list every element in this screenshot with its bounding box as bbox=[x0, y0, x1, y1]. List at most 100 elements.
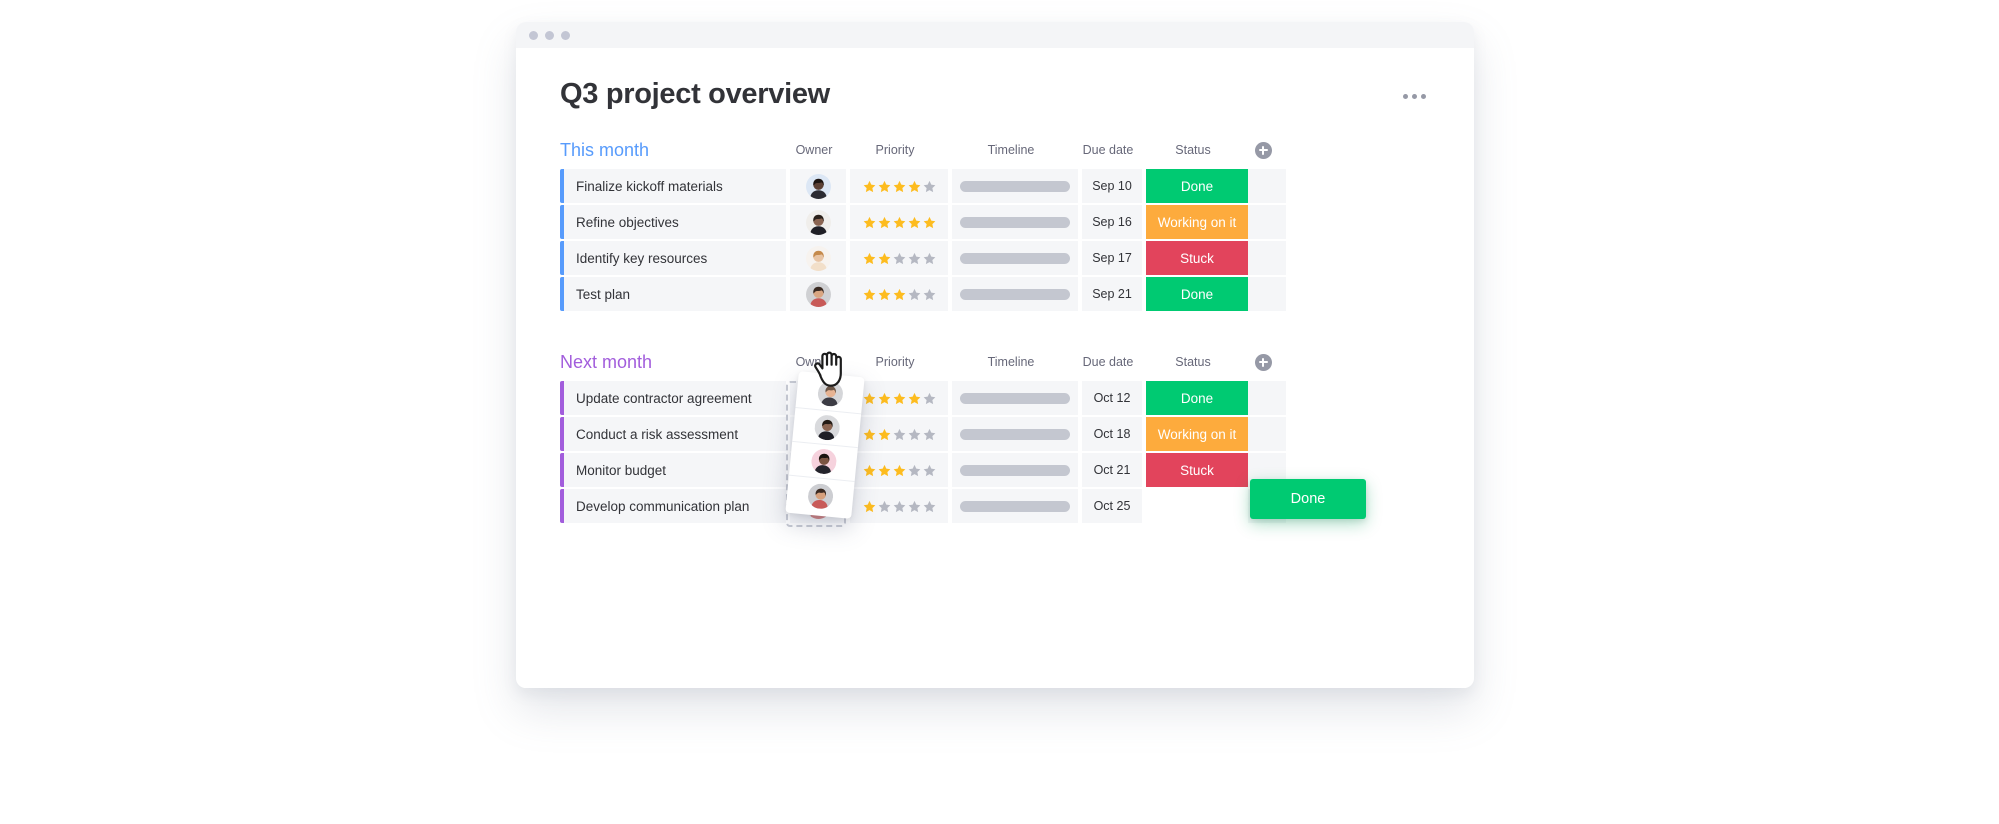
group-title-next-month[interactable]: Next month bbox=[560, 352, 786, 373]
due-date-cell[interactable]: Sep 16 bbox=[1082, 205, 1142, 239]
star-filled-icon bbox=[863, 500, 875, 512]
timeline-cell[interactable] bbox=[952, 205, 1078, 239]
due-date-cell[interactable]: Oct 12 bbox=[1082, 381, 1142, 415]
priority-cell[interactable] bbox=[850, 417, 948, 451]
status-badge[interactable]: Done bbox=[1146, 381, 1248, 415]
priority-cell[interactable] bbox=[850, 205, 948, 239]
avatar bbox=[805, 209, 831, 235]
status-badge[interactable]: Stuck bbox=[1146, 453, 1248, 487]
table-row[interactable]: Finalize kickoff materials Sep 10 Done bbox=[560, 169, 1430, 203]
group-header-row: This month Owner Priority Timeline Due d… bbox=[560, 137, 1430, 163]
due-date-value: Sep 17 bbox=[1092, 251, 1132, 265]
priority-cell[interactable] bbox=[850, 241, 948, 275]
table-row[interactable]: Conduct a risk assessment Oct 18 Working… bbox=[560, 417, 1430, 451]
kebab-menu-icon[interactable] bbox=[1403, 94, 1426, 99]
priority-stars[interactable] bbox=[863, 288, 936, 301]
star-empty-icon bbox=[908, 252, 920, 264]
priority-cell[interactable] bbox=[850, 169, 948, 203]
column-header-due-date[interactable]: Due date bbox=[1078, 143, 1138, 157]
priority-cell[interactable] bbox=[850, 381, 948, 415]
star-filled-icon bbox=[893, 392, 905, 404]
priority-cell[interactable] bbox=[850, 277, 948, 311]
task-name[interactable]: Identify key resources bbox=[564, 241, 786, 275]
priority-stars[interactable] bbox=[863, 180, 936, 193]
status-badge[interactable]: Done bbox=[1146, 169, 1248, 203]
add-column-button[interactable] bbox=[1244, 141, 1282, 159]
row-tail-cell bbox=[1248, 277, 1286, 311]
column-header-priority[interactable]: Priority bbox=[846, 143, 944, 157]
avatar-7 bbox=[809, 447, 838, 476]
priority-cell[interactable] bbox=[850, 453, 948, 487]
owner-cell[interactable] bbox=[790, 205, 846, 239]
due-date-cell[interactable]: Oct 18 bbox=[1082, 417, 1142, 451]
star-filled-icon bbox=[863, 252, 875, 264]
priority-stars[interactable] bbox=[863, 392, 936, 405]
status-badge[interactable]: Working on it bbox=[1146, 205, 1248, 239]
timeline-track bbox=[960, 216, 1070, 228]
task-name[interactable]: Develop communication plan bbox=[564, 489, 786, 523]
timeline-track bbox=[960, 392, 1070, 404]
close-dot[interactable] bbox=[529, 30, 538, 40]
owner-cell[interactable] bbox=[790, 277, 846, 311]
timeline-track bbox=[960, 252, 1070, 264]
timeline-cell[interactable] bbox=[952, 489, 1078, 523]
status-badge[interactable]: Stuck bbox=[1146, 241, 1248, 275]
column-header-timeline[interactable]: Timeline bbox=[948, 355, 1074, 369]
star-filled-icon bbox=[893, 180, 905, 192]
status-badge-dragging[interactable]: Done bbox=[1250, 479, 1366, 519]
priority-stars[interactable] bbox=[863, 252, 936, 265]
timeline-cell[interactable] bbox=[952, 453, 1078, 487]
column-header-status[interactable]: Status bbox=[1142, 143, 1244, 157]
star-empty-icon bbox=[923, 392, 935, 404]
owner-column-drag-card[interactable] bbox=[785, 371, 865, 519]
due-date-cell[interactable]: Sep 21 bbox=[1082, 277, 1142, 311]
due-date-value: Sep 21 bbox=[1092, 287, 1132, 301]
row-tail-cell bbox=[1248, 205, 1286, 239]
task-name[interactable]: Test plan bbox=[564, 277, 786, 311]
status-badge[interactable]: Working on it bbox=[1146, 417, 1248, 451]
star-filled-icon bbox=[878, 392, 890, 404]
due-date-cell[interactable]: Sep 17 bbox=[1082, 241, 1142, 275]
owner-cell[interactable] bbox=[790, 241, 846, 275]
star-filled-icon bbox=[893, 216, 905, 228]
due-date-cell[interactable]: Oct 25 bbox=[1082, 489, 1142, 523]
priority-stars[interactable] bbox=[863, 500, 936, 513]
column-header-priority[interactable]: Priority bbox=[846, 355, 944, 369]
task-name[interactable]: Refine objectives bbox=[564, 205, 786, 239]
status-badge[interactable]: Done bbox=[1146, 277, 1248, 311]
timeline-cell[interactable] bbox=[952, 241, 1078, 275]
add-column-button[interactable] bbox=[1244, 353, 1282, 371]
table-row[interactable]: Refine objectives Sep 16 Working on it bbox=[560, 205, 1430, 239]
minimize-dot[interactable] bbox=[545, 30, 554, 40]
star-empty-icon bbox=[908, 464, 920, 476]
timeline-cell[interactable] bbox=[952, 381, 1078, 415]
due-date-cell[interactable]: Oct 21 bbox=[1082, 453, 1142, 487]
table-row[interactable]: Test plan Sep 21 Done bbox=[560, 277, 1430, 311]
maximize-dot[interactable] bbox=[561, 30, 570, 40]
timeline-cell[interactable] bbox=[952, 417, 1078, 451]
priority-stars[interactable] bbox=[863, 428, 936, 441]
group-title-this-month[interactable]: This month bbox=[560, 140, 786, 161]
task-name[interactable]: Conduct a risk assessment bbox=[564, 417, 786, 451]
page-title: Q3 project overview bbox=[560, 78, 830, 110]
due-date-cell[interactable]: Sep 10 bbox=[1082, 169, 1142, 203]
priority-stars[interactable] bbox=[863, 464, 936, 477]
owner-cell[interactable] bbox=[790, 169, 846, 203]
timeline-cell[interactable] bbox=[952, 169, 1078, 203]
table-row[interactable]: Update contractor agreement Oct 12 Done bbox=[560, 381, 1430, 415]
task-name[interactable]: Update contractor agreement bbox=[564, 381, 786, 415]
avatar-6 bbox=[813, 413, 841, 442]
timeline-cell[interactable] bbox=[952, 277, 1078, 311]
column-header-owner[interactable]: Owner bbox=[786, 143, 842, 157]
column-header-status[interactable]: Status bbox=[1142, 355, 1244, 369]
priority-cell[interactable] bbox=[850, 489, 948, 523]
star-filled-icon bbox=[923, 216, 935, 228]
table-row[interactable]: Identify key resources Sep 17 Stuck bbox=[560, 241, 1430, 275]
priority-stars[interactable] bbox=[863, 216, 936, 229]
column-header-due-date[interactable]: Due date bbox=[1078, 355, 1138, 369]
column-header-timeline[interactable]: Timeline bbox=[948, 143, 1074, 157]
task-name[interactable]: Finalize kickoff materials bbox=[564, 169, 786, 203]
task-name[interactable]: Monitor budget bbox=[564, 453, 786, 487]
avatar-2 bbox=[805, 209, 831, 235]
star-empty-icon bbox=[923, 428, 935, 440]
